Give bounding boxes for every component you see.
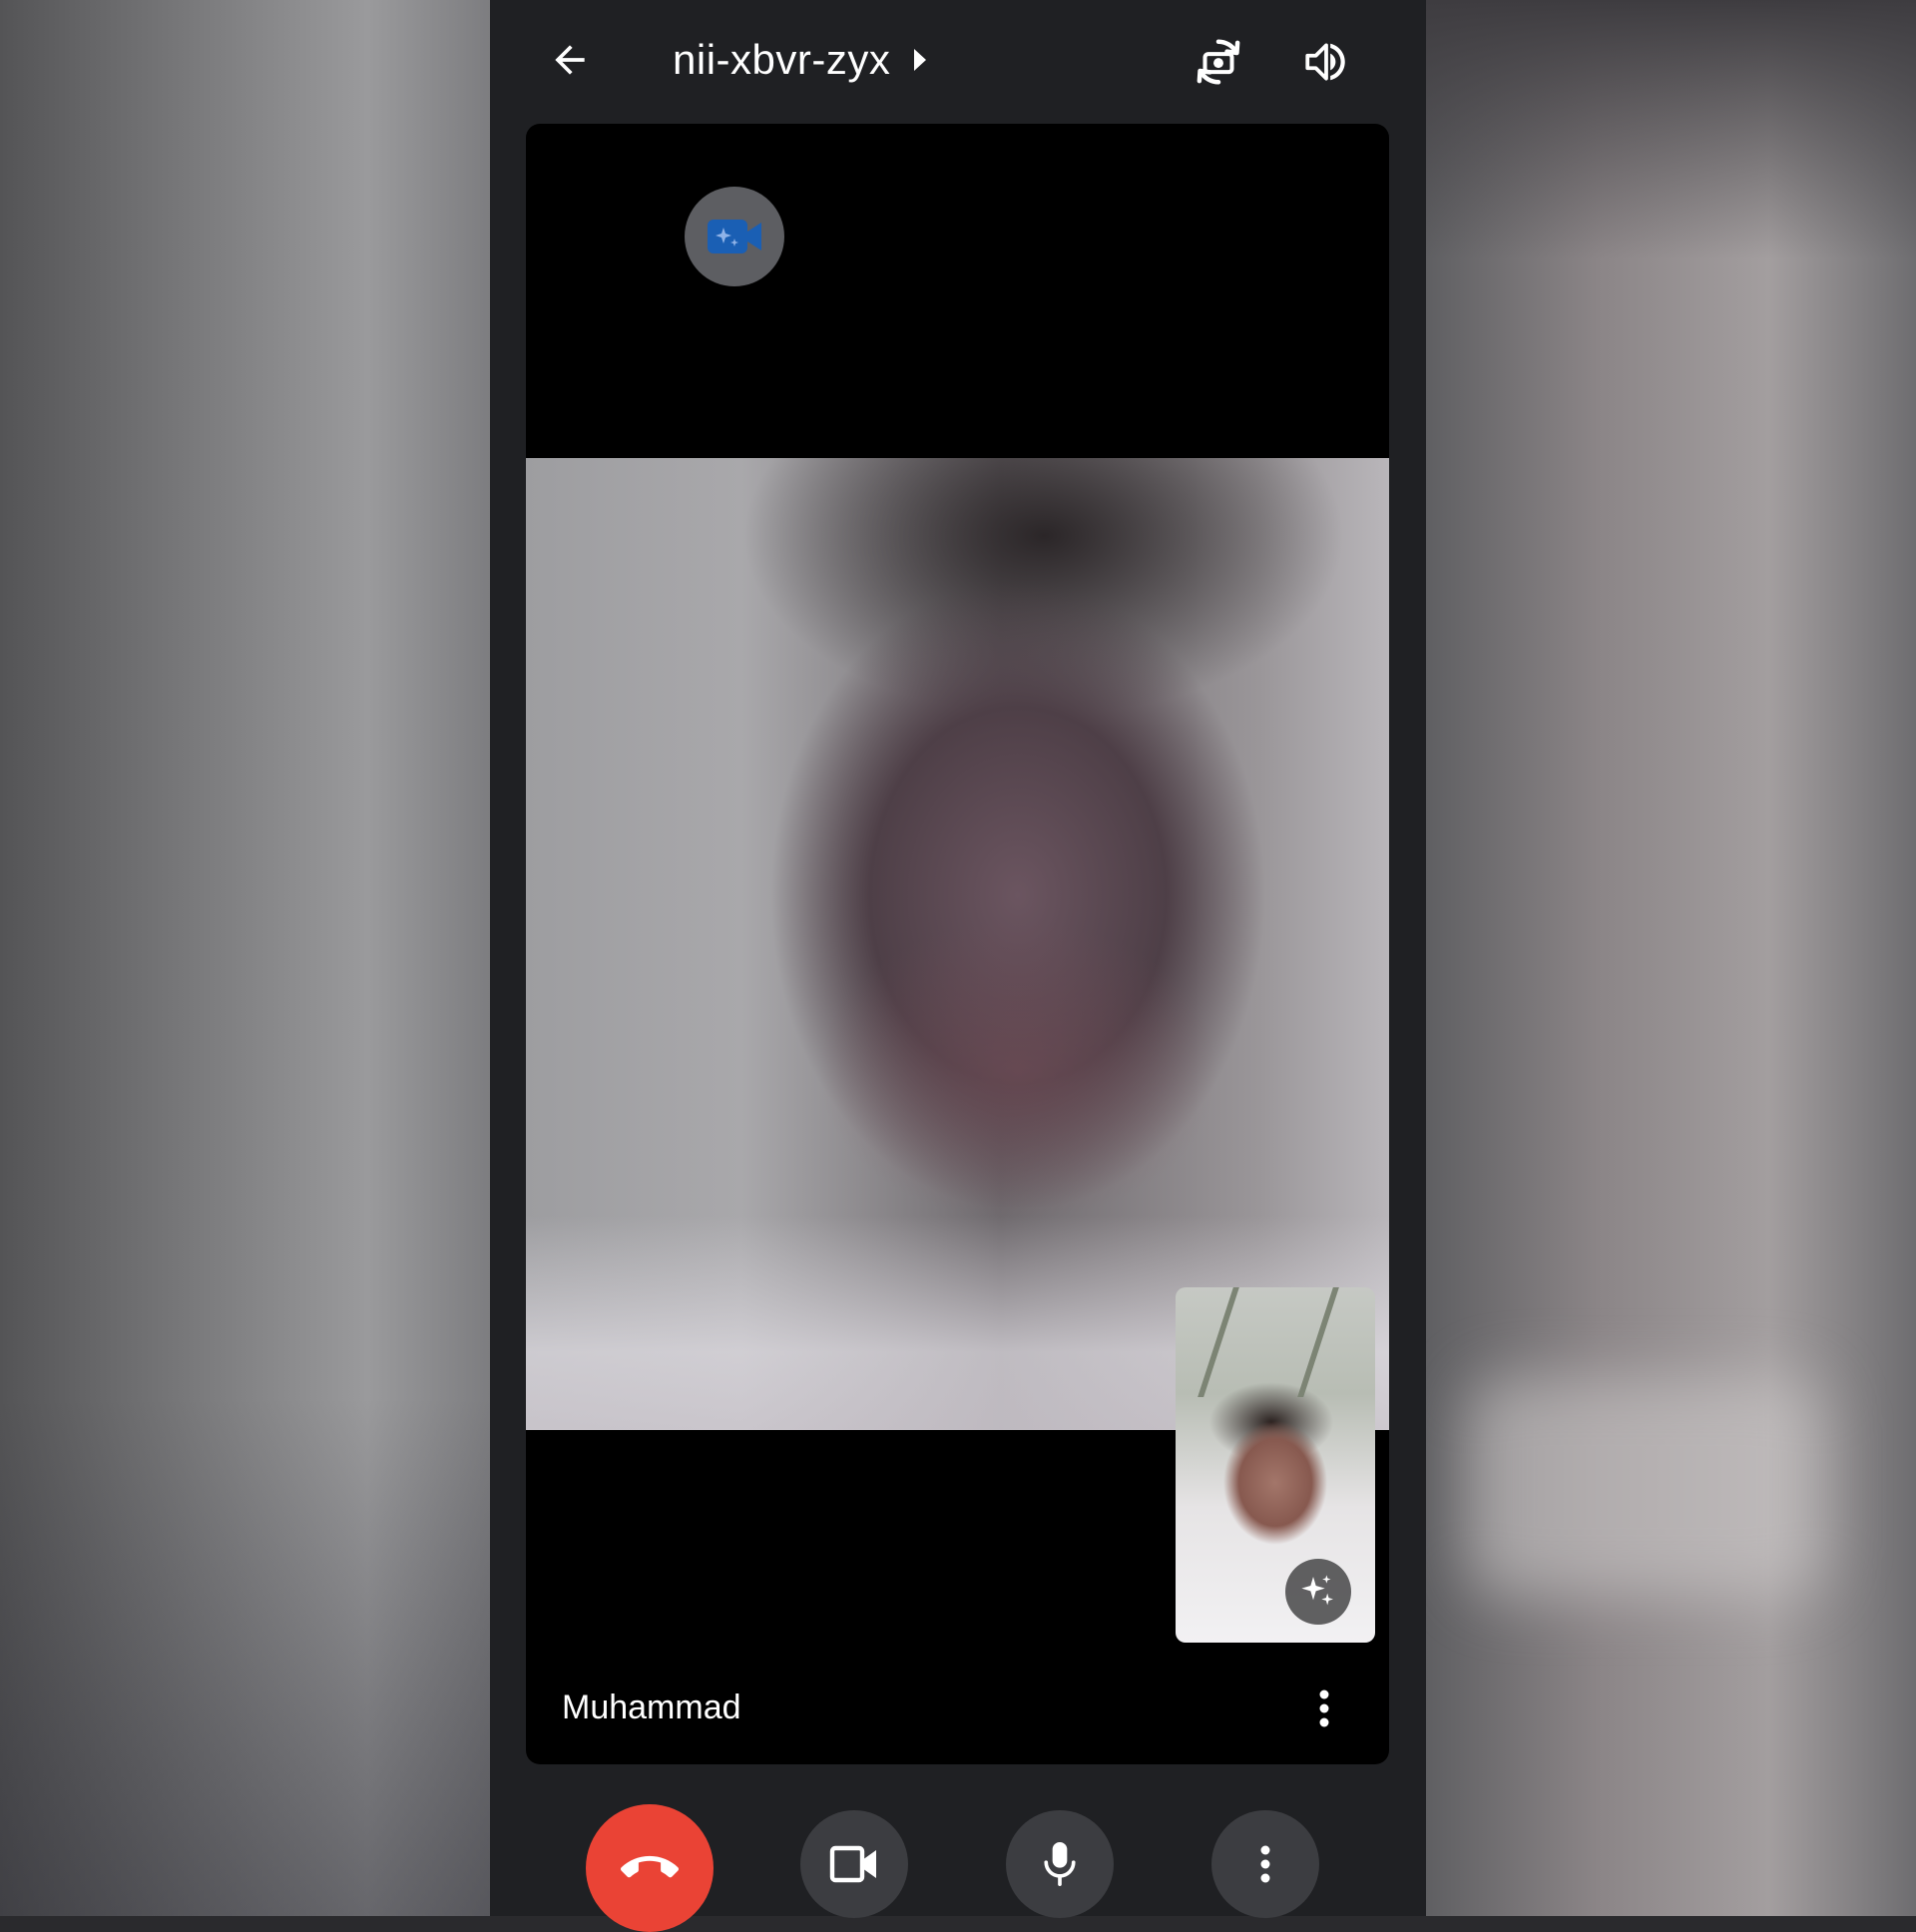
call-controls-bar bbox=[490, 1804, 1426, 1932]
microphone-toggle-button[interactable] bbox=[1006, 1810, 1114, 1918]
more-vert-icon bbox=[1260, 1845, 1270, 1883]
self-effects-button[interactable] bbox=[1285, 1559, 1351, 1625]
speaker-icon bbox=[1305, 43, 1345, 81]
hang-up-icon bbox=[621, 1855, 679, 1878]
top-bar: nii-xbvr-zyx bbox=[490, 0, 1426, 122]
caret-right-icon bbox=[914, 49, 927, 71]
meeting-info-button[interactable]: nii-xbvr-zyx bbox=[673, 28, 928, 92]
more-vert-icon bbox=[1319, 1690, 1329, 1727]
back-button[interactable] bbox=[540, 30, 600, 90]
video-effects-button[interactable] bbox=[685, 187, 784, 286]
self-view-video[interactable] bbox=[1176, 1287, 1375, 1643]
microphone-icon bbox=[1044, 1842, 1076, 1886]
more-options-button[interactable] bbox=[1211, 1810, 1319, 1918]
participant-name-label: Muhammad bbox=[562, 1689, 741, 1726]
switch-camera-icon bbox=[1197, 39, 1240, 85]
call-screen: nii-xbvr-zyx Muhammad bbox=[490, 0, 1426, 1932]
ceiling-beam bbox=[1198, 1287, 1239, 1397]
meeting-code: nii-xbvr-zyx bbox=[673, 36, 891, 83]
blurred-backdrop-left bbox=[0, 0, 490, 1916]
arrow-left-icon bbox=[555, 45, 585, 75]
ceiling-beam bbox=[1297, 1287, 1339, 1397]
hang-up-button[interactable] bbox=[586, 1804, 714, 1932]
switch-camera-button[interactable] bbox=[1187, 30, 1250, 94]
blurred-backdrop-right bbox=[1426, 0, 1916, 1916]
sparkle-icon bbox=[1301, 1575, 1333, 1606]
video-effects-icon bbox=[708, 220, 761, 253]
tile-more-options-button[interactable] bbox=[1296, 1681, 1352, 1736]
remote-participant-video bbox=[526, 458, 1389, 1430]
video-stage: Muhammad bbox=[526, 124, 1389, 1764]
camera-icon bbox=[829, 1845, 876, 1883]
speaker-button[interactable] bbox=[1294, 30, 1358, 94]
camera-toggle-button[interactable] bbox=[800, 1810, 908, 1918]
